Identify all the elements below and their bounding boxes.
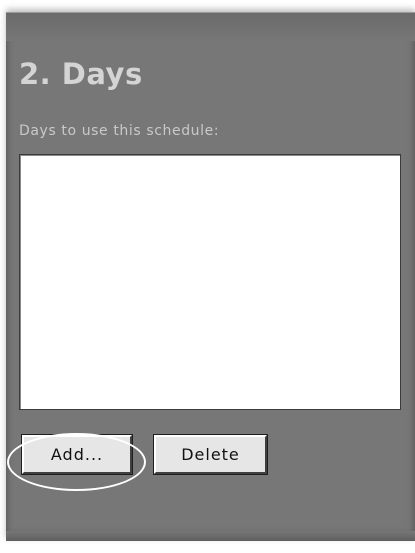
add-day-button[interactable]: Add...	[21, 434, 133, 475]
screenshot-stage: 2. Days Days to use this schedule: Add..…	[0, 0, 415, 553]
section-title: 2. Days	[19, 57, 143, 91]
delete-day-button[interactable]: Delete	[153, 434, 268, 475]
section-subtitle: Days to use this schedule:	[19, 123, 220, 139]
days-listbox[interactable]	[19, 154, 401, 410]
days-panel: 2. Days Days to use this schedule: Add..…	[6, 12, 415, 541]
